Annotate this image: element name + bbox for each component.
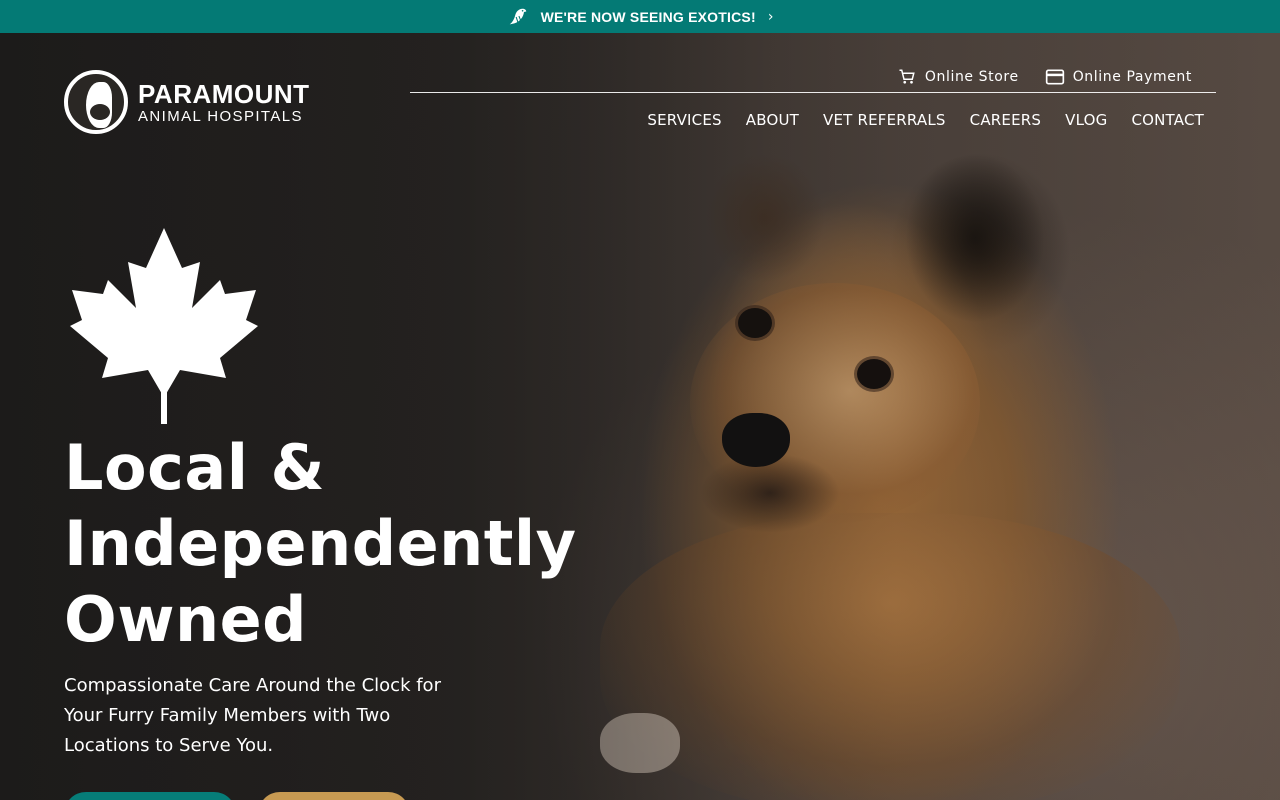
nav-item-vlog[interactable]: VLOG [1065, 111, 1107, 129]
cart-icon [899, 69, 915, 84]
main-nav: SERVICES ABOUT VET REFERRALS CAREERS VLO… [647, 111, 1204, 129]
headline-line-3: Owned [64, 583, 308, 656]
nav-item-careers[interactable]: CAREERS [970, 111, 1041, 129]
headline-line-1: Local & [64, 431, 326, 504]
hero-subtext: Compassionate Care Around the Clock for … [64, 675, 441, 756]
online-payment-link[interactable]: Online Payment [1045, 62, 1192, 92]
headline-line-2: Independently [64, 507, 577, 580]
online-payment-label: Online Payment [1072, 69, 1192, 85]
chevron-right-icon: › [767, 8, 774, 25]
secondary-cta-button[interactable] [258, 792, 410, 800]
primary-cta-button[interactable] [64, 792, 236, 800]
online-store-label: Online Store [924, 69, 1019, 85]
maple-leaf-icon [70, 228, 258, 424]
logo-mark-icon [64, 70, 128, 134]
announcement-bar[interactable]: WE'RE NOW SEEING EXOTICS! › [0, 0, 1280, 33]
brand-name: PARAMOUNT [138, 78, 310, 109]
credit-card-icon [1045, 69, 1064, 85]
site-logo[interactable]: PARAMOUNT ANIMAL HOSPITALS [64, 70, 310, 134]
nav-item-vet-referrals[interactable]: VET REFERRALS [823, 111, 946, 129]
announcement-text: WE'RE NOW SEEING EXOTICS! [540, 8, 756, 25]
bird-icon [509, 8, 526, 24]
nav-item-contact[interactable]: CONTACT [1131, 111, 1204, 129]
hero-buttons [64, 792, 410, 800]
nav-item-about[interactable]: ABOUT [746, 111, 799, 129]
utility-nav: Online Store Online Payment [410, 62, 1216, 93]
nav-item-services[interactable]: SERVICES [647, 111, 721, 129]
online-store-link[interactable]: Online Store [897, 62, 1019, 92]
hero-headline: Local & Independently Owned [64, 430, 584, 658]
brand-tagline: ANIMAL HOSPITALS [138, 107, 303, 125]
